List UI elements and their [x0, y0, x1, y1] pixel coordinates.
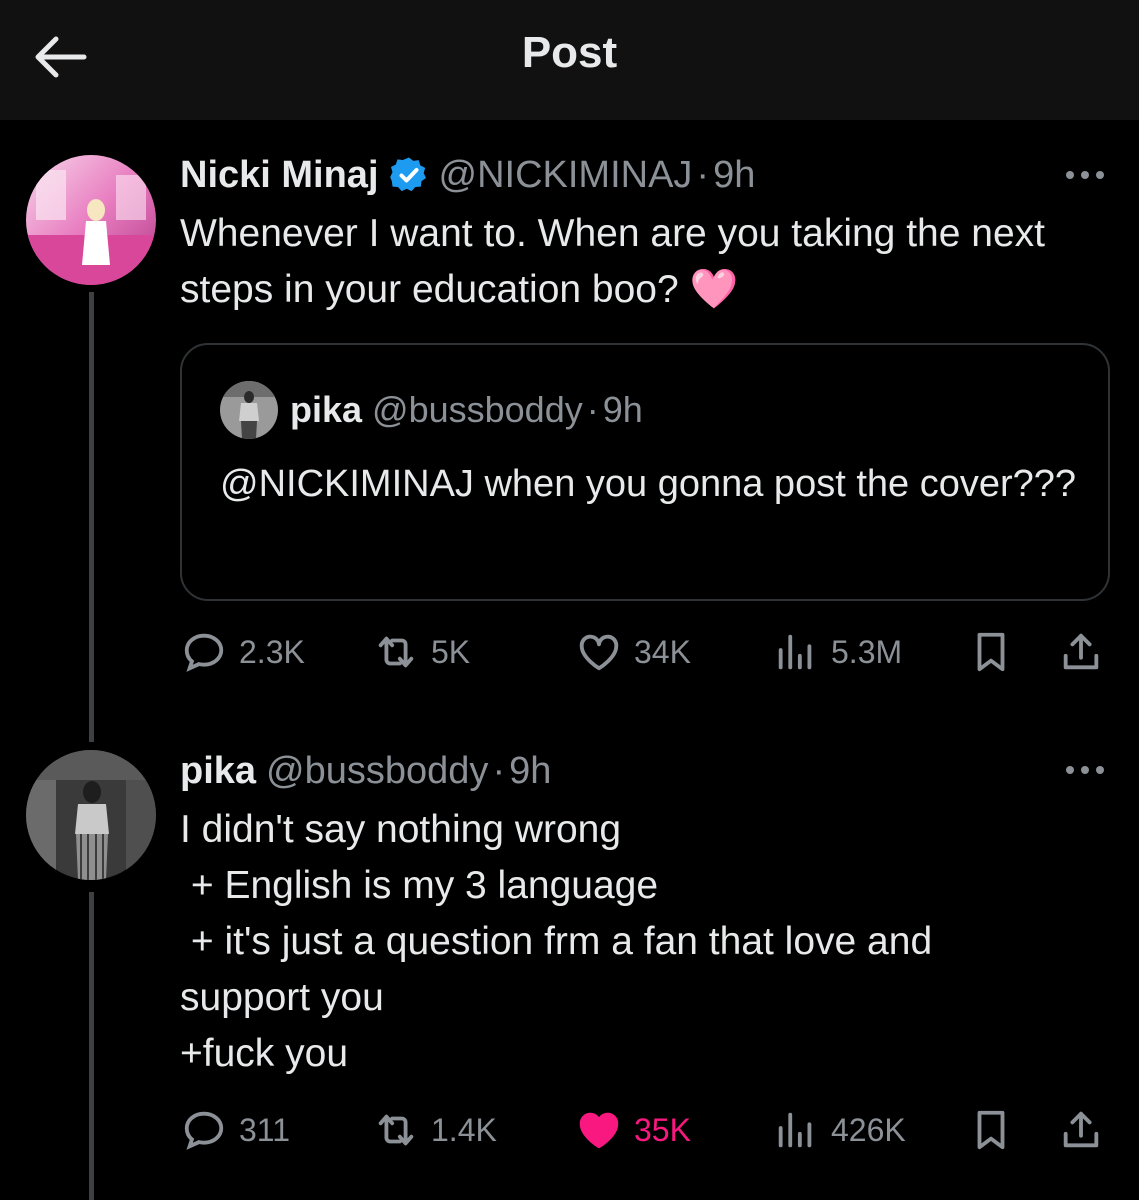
like-count: 35K: [634, 1111, 691, 1148]
timestamp[interactable]: 9h: [509, 750, 551, 793]
views-icon: [778, 1112, 812, 1148]
handle[interactable]: @bussboddy: [266, 750, 488, 793]
tweet-text: I didn't say nothing wrong + English is …: [180, 808, 933, 1075]
reply-button[interactable]: 311: [181, 1100, 290, 1160]
tweet-header: pika @bussboddy · 9h: [180, 748, 551, 794]
repost-button[interactable]: 1.4K: [373, 1100, 497, 1160]
like-icon: [579, 1112, 619, 1149]
more-icon: [1066, 766, 1104, 774]
reply-count: 311: [239, 1111, 291, 1148]
share-icon: [1063, 1111, 1099, 1148]
views-count: 426K: [831, 1111, 906, 1148]
views-button[interactable]: 426K: [773, 1100, 906, 1160]
display-name[interactable]: pika: [180, 750, 256, 793]
more-options-button[interactable]: [1063, 760, 1107, 780]
reply-tweet[interactable]: pika @bussboddy · 9h I didn't say nothin…: [0, 0, 1139, 1200]
like-button[interactable]: 35K: [576, 1100, 691, 1160]
reply-avatar[interactable]: [26, 750, 156, 880]
bookmark-icon: [977, 1110, 1005, 1150]
repost-icon: [378, 1114, 414, 1146]
repost-count: 1.4K: [431, 1111, 497, 1148]
share-button[interactable]: [1058, 1100, 1104, 1160]
separator: ·: [492, 749, 506, 792]
bookmark-button[interactable]: [968, 1100, 1014, 1160]
action-bar: 311 1.4K 35K 426K: [0, 1100, 1139, 1160]
reply-icon: [184, 1111, 224, 1150]
